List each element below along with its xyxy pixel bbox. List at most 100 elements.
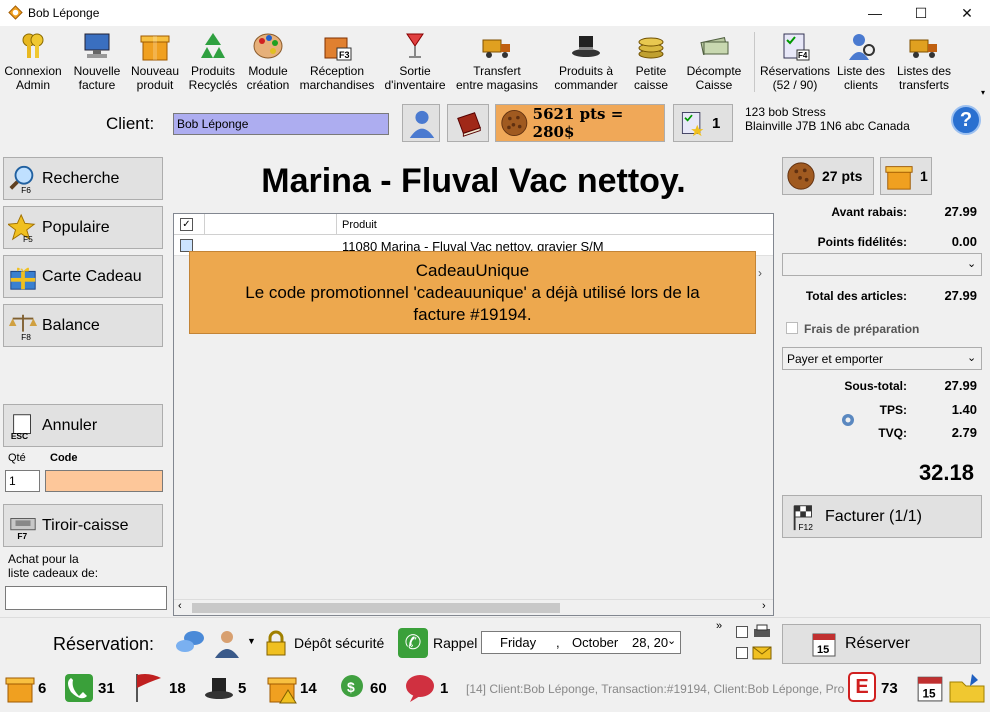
toolbar-connexion-admin[interactable]: Connexion Admin xyxy=(2,30,64,96)
rappel-label[interactable]: Rappel xyxy=(433,635,477,651)
toolbar-module-creation[interactable]: Module création xyxy=(242,30,294,96)
close-button[interactable]: ✕ xyxy=(944,0,990,26)
frais-preparation-checkbox[interactable] xyxy=(786,322,798,334)
client-reservations-button[interactable]: 1 xyxy=(673,104,733,142)
agent-dropdown-icon[interactable]: ▼ xyxy=(247,636,256,646)
computer-icon xyxy=(84,33,110,58)
populaire-button[interactable]: F5 Populaire xyxy=(3,206,163,249)
flag-icon[interactable] xyxy=(133,672,165,704)
phone-icon[interactable]: ✆ xyxy=(398,628,428,658)
e-icon[interactable]: E xyxy=(848,672,876,702)
achat-liste-cadeaux-field[interactable] xyxy=(5,586,167,610)
status-bar: 6 31 18 5 14 $ 60 1 [14] Client:Bob Lépo… xyxy=(0,668,990,712)
chat-bubbles-icon[interactable] xyxy=(174,628,206,658)
chevron-down-icon: ⌄ xyxy=(967,352,977,364)
padlock-icon[interactable] xyxy=(264,630,288,656)
money-person-icon[interactable]: $ xyxy=(336,672,368,704)
toolbar-reservations[interactable]: F4 Réservations (52 / 90) xyxy=(758,30,832,96)
email-checkbox[interactable] xyxy=(736,647,748,659)
grand-total: 32.18 xyxy=(918,460,974,485)
status-count-gifts: 6 xyxy=(38,680,47,697)
facturer-button[interactable]: F12 Facturer (1/1) xyxy=(782,495,982,538)
tps-label: TPS: xyxy=(879,403,907,417)
recherche-button[interactable]: F6 Recherche xyxy=(3,157,163,200)
code-field[interactable] xyxy=(45,470,163,492)
avant-rabais-value: 27.99 xyxy=(944,204,977,219)
chevron-down-icon: ⌄ xyxy=(667,635,677,647)
grid-expand-chevron[interactable]: › xyxy=(758,266,762,280)
toolbar-nouvelle-facture[interactable]: Nouvelle facture xyxy=(68,30,126,96)
popup-title: CadeauUnique xyxy=(415,261,530,280)
calendar-icon: 15 xyxy=(812,633,836,657)
toolbar-reception-marchandises[interactable]: F3 Réception marchandises xyxy=(298,30,376,96)
discount-select[interactable]: ⌄ xyxy=(782,253,982,276)
toolbar-listes-transferts[interactable]: Listes des transferts xyxy=(892,30,956,96)
horizontal-scrollbar[interactable]: ‹ › xyxy=(174,599,773,615)
print-checkbox[interactable] xyxy=(736,626,748,638)
tiroir-caisse-button[interactable]: F7 Tiroir-caisse xyxy=(3,504,163,547)
toolbar-nouveau-produit[interactable]: Nouveau produit xyxy=(128,30,182,96)
status-count-payments: 60 xyxy=(370,680,387,697)
window-title: Bob Léponge xyxy=(28,6,100,20)
payer-emporter-select[interactable]: Payer et emporter ⌄ xyxy=(782,347,982,370)
client-profile-button[interactable] xyxy=(402,104,440,142)
toolbar-decompte-caisse[interactable]: Décompte Caisse xyxy=(680,30,748,96)
svg-text:F8: F8 xyxy=(21,332,31,341)
svg-text:15: 15 xyxy=(817,644,829,656)
phone-icon[interactable] xyxy=(63,672,95,704)
toolbar-produits-recycles[interactable]: Produits Recyclés xyxy=(186,30,240,96)
scale-icon: F8 xyxy=(8,314,38,341)
points-button[interactable]: 27 pts xyxy=(782,157,874,195)
toolbar-petite-caisse[interactable]: Petite caisse xyxy=(628,30,674,96)
toolbar-sortie-inventaire[interactable]: Sortie d'inventaire xyxy=(380,30,450,96)
scroll-right-icon[interactable]: › xyxy=(762,600,766,612)
help-icon[interactable]: ? xyxy=(951,105,981,135)
client-points-button[interactable]: 5621 pts = 280$ xyxy=(495,104,665,142)
user-icon xyxy=(409,110,435,138)
annuler-button[interactable]: ESC Annuler xyxy=(3,404,163,447)
date-day: Friday xyxy=(500,635,537,650)
svg-text:15: 15 xyxy=(922,687,936,701)
reserver-button[interactable]: 15 Réserver xyxy=(782,624,981,664)
minimize-button[interactable]: — xyxy=(852,0,898,26)
carte-cadeau-button[interactable]: Carte Cadeau xyxy=(3,255,163,298)
toolbar-liste-clients[interactable]: Liste des clients xyxy=(834,30,888,96)
maximize-button[interactable]: ☐ xyxy=(898,0,944,26)
status-count-messages: 1 xyxy=(440,680,449,697)
client-name-field[interactable]: Bob Léponge xyxy=(173,113,389,135)
gift-warning-icon[interactable] xyxy=(266,672,298,704)
toolbar-produits-commander[interactable]: Produits à commander xyxy=(548,30,624,96)
gift-count-button[interactable]: 1 xyxy=(880,157,932,195)
calendar-icon[interactable]: 15 xyxy=(916,672,944,704)
client-history-button[interactable] xyxy=(447,104,489,142)
rappel-date-picker[interactable]: Friday , October 28, 20 ⌄ xyxy=(481,631,681,654)
folder-icon[interactable] xyxy=(948,672,986,704)
tps-value: 1.40 xyxy=(951,402,977,417)
printer-icon xyxy=(754,624,770,637)
svg-text:F4: F4 xyxy=(798,51,808,60)
client-address-line2: Blainville J7B 1N6 abc Canada xyxy=(745,119,910,133)
scroll-left-icon[interactable]: ‹ xyxy=(178,600,182,612)
achat-label-line1: Achat pour la xyxy=(8,552,79,566)
recycle-icon xyxy=(201,33,225,58)
reservation-row: Réservation: ▼ Dépôt sécurité ✆ Rappel F… xyxy=(0,617,990,667)
status-count-e: 73 xyxy=(881,680,898,697)
gift-box-icon[interactable] xyxy=(4,672,36,704)
toolbar-transfert-magasins[interactable]: Transfert entre magasins xyxy=(454,30,540,96)
depot-securite-label[interactable]: Dépôt sécurité xyxy=(294,635,384,651)
points-text: 27 pts xyxy=(822,168,863,184)
select-all-checkbox[interactable]: ✓ xyxy=(180,218,193,231)
gift-box-icon xyxy=(885,166,913,190)
checklist-icon: F4 xyxy=(783,33,810,61)
status-count-transfers: 14 xyxy=(300,680,317,697)
balance-button[interactable]: F8 Balance xyxy=(3,304,163,347)
popup-line2: Le code promotionnel 'cadeauunique' a dé… xyxy=(245,283,700,302)
speech-bubble-icon[interactable] xyxy=(404,672,436,704)
expand-chevrons-icon[interactable]: » xyxy=(716,620,722,632)
toolbar-overflow-icon[interactable]: ▾ xyxy=(981,88,985,97)
qte-field[interactable]: 1 xyxy=(5,470,40,492)
top-hat-icon[interactable] xyxy=(203,672,235,704)
scrollbar-thumb[interactable] xyxy=(192,603,560,613)
agent-icon[interactable] xyxy=(213,628,241,658)
cookie-icon xyxy=(787,162,815,190)
